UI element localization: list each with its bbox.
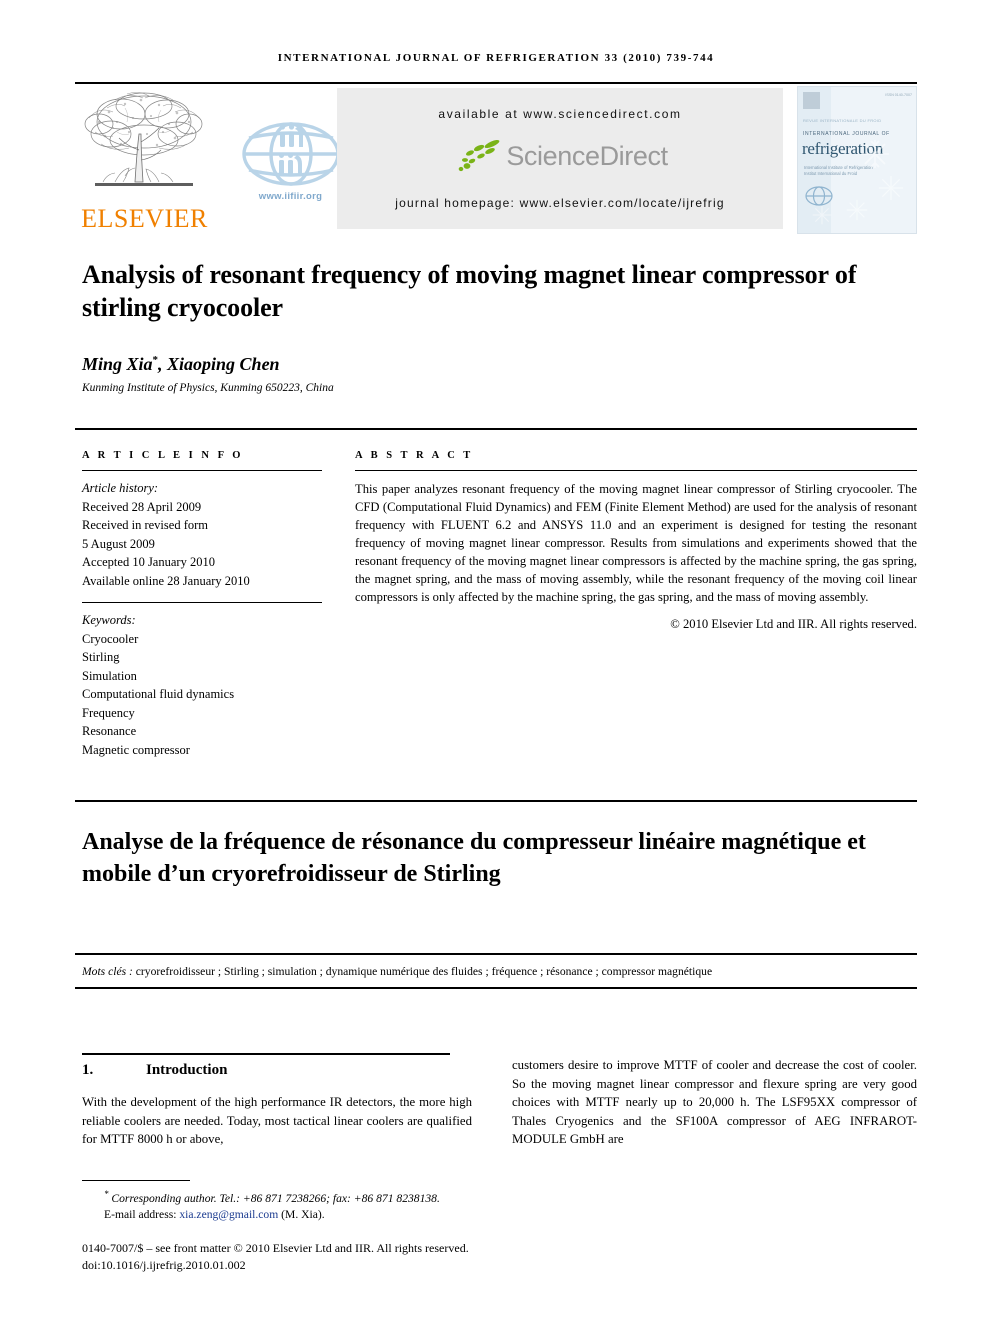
keyword-item: Resonance xyxy=(82,724,137,738)
journal-article-page: INTERNATIONAL JOURNAL OF REFRIGERATION 3… xyxy=(0,0,992,1323)
french-keywords-list: cryorefroidisseur ; Stirling ; simulatio… xyxy=(135,965,713,978)
sciencedirect-wordmark: ScienceDirect xyxy=(506,140,668,171)
cover-iir-globe-icon xyxy=(805,186,833,206)
running-head: INTERNATIONAL JOURNAL OF REFRIGERATION 3… xyxy=(277,52,715,64)
french-section-top-rule xyxy=(75,800,917,802)
masthead: ELSEVIER www.iifiir.org available at www… xyxy=(75,86,917,236)
email-note: E-mail address: xia.zeng@gmail.com (M. X… xyxy=(82,1207,552,1224)
affiliation: Kunming Institute of Physics, Kunming 65… xyxy=(82,382,334,394)
sciencedirect-swoosh-icon xyxy=(459,139,500,172)
abstract-text: This paper analyzes resonant frequency o… xyxy=(355,482,917,604)
history-item: Accepted 10 January 2010 xyxy=(82,555,215,569)
cover-line-english: INTERNATIONAL JOURNAL OF xyxy=(803,131,890,137)
snowflake-icon xyxy=(846,199,868,221)
journal-homepage-label: journal homepage: www.elsevier.com/locat… xyxy=(395,196,725,210)
keywords-divider xyxy=(82,602,322,603)
author-names: Ming Xia*, Xiaoping Chen xyxy=(82,354,280,374)
article-title: Analysis of resonant frequency of moving… xyxy=(82,260,857,322)
iir-logo: www.iifiir.org xyxy=(233,118,348,218)
footnote-block: * Corresponding author. Tel.: +86 871 72… xyxy=(82,1186,552,1224)
email-link[interactable]: xia.zeng@gmail.com xyxy=(179,1208,278,1221)
snowflake-icon xyxy=(812,205,832,225)
article-info-heading: A R T I C L E I N F O xyxy=(82,450,244,461)
keyword-item: Computational fluid dynamics xyxy=(82,687,235,701)
section-number: 1. xyxy=(82,1062,94,1078)
author-footnote-marker: * xyxy=(152,354,159,366)
journal-cover-thumbnail: ISSN 0140-7007 REVUE INTERNATIONALE DU F… xyxy=(797,86,917,234)
history-item: 5 August 2009 xyxy=(82,536,155,551)
keywords-label: Keywords: xyxy=(82,613,136,627)
abstract-divider xyxy=(355,470,917,471)
title-block: Analysis of resonant frequency of moving… xyxy=(82,258,872,394)
french-keywords: Mots clés : cryorefroidisseur ; Stirling… xyxy=(82,965,920,978)
abstract-heading: A B S T R A C T xyxy=(355,450,474,461)
corresponding-author-note: * Corresponding author. Tel.: +86 871 72… xyxy=(82,1186,552,1207)
cover-elsevier-mark-icon xyxy=(803,92,820,109)
snowflake-icon xyxy=(878,175,904,201)
footnote-rule xyxy=(82,1180,190,1181)
iir-globe-icon xyxy=(241,122,340,186)
section-heading-introduction: 1. Introduction xyxy=(82,1062,472,1079)
keyword-item: Simulation xyxy=(82,668,137,683)
cover-line-french: REVUE INTERNATIONALE DU FROID xyxy=(803,118,882,123)
elsevier-tree-icon xyxy=(84,92,203,186)
corresponding-author-text: Corresponding author. Tel.: +86 871 7238… xyxy=(111,1191,440,1205)
french-title: Analyse de la fréquence de résonance du … xyxy=(82,829,866,887)
body-column-left: 1. Introduction With the development of t… xyxy=(82,1062,472,1149)
snowflake-icon xyxy=(861,140,889,168)
keyword-item: Magnetic compressor xyxy=(82,742,190,757)
sciencedirect-banner: available at www.sciencedirect.com Scien… xyxy=(337,88,783,229)
keyword-item: Stirling xyxy=(82,650,120,664)
doi-line: doi:10.1016/j.ijrefrig.2010.01.002 xyxy=(82,1258,246,1272)
french-keywords-bottom-rule xyxy=(75,987,917,989)
keyword-item: Cryocooler xyxy=(82,631,139,646)
history-item: Received 28 April 2009 xyxy=(82,499,202,514)
body-column-right: customers desire to improve MTTF of cool… xyxy=(512,1056,917,1149)
available-at-label: available at www.sciencedirect.com xyxy=(438,107,682,121)
keywords-block: Keywords: Cryocooler Stirling Simulation… xyxy=(82,602,322,759)
front-matter-line: 0140-7007/$ – see front matter © 2010 El… xyxy=(82,1241,469,1255)
elsevier-wordmark: ELSEVIER xyxy=(81,204,208,233)
history-item: Available online 28 January 2010 xyxy=(82,573,250,588)
intro-paragraph-right: customers desire to improve MTTF of cool… xyxy=(512,1058,917,1147)
article-history: Article history: Received 28 April 2009 … xyxy=(82,479,322,590)
masthead-top-rule xyxy=(75,82,917,84)
history-item: Received in revised form xyxy=(82,518,208,532)
article-info-divider xyxy=(82,470,322,471)
keyword-item: Frequency xyxy=(82,705,135,720)
corresponding-author-marker: * xyxy=(104,1189,109,1199)
article-info-column: A R T I C L E I N F O Article history: R… xyxy=(82,450,322,759)
article-history-label: Article history: xyxy=(82,481,159,495)
abstract-column: A B S T R A C T This paper analyzes reso… xyxy=(355,450,917,632)
french-keywords-top-rule xyxy=(75,953,917,955)
cover-issn: ISSN 0140-7007 xyxy=(885,93,912,97)
email-label: E-mail address: xyxy=(104,1208,177,1222)
front-matter-block: 0140-7007/$ – see front matter © 2010 El… xyxy=(82,1240,642,1274)
intro-paragraph-left: With the development of the high perform… xyxy=(82,1095,472,1147)
french-keywords-label: Mots clés : xyxy=(82,965,133,978)
iir-url-label: www.iifiir.org xyxy=(258,191,323,202)
introduction-rule xyxy=(82,1053,450,1055)
info-section-rule xyxy=(75,428,917,430)
elsevier-logo: ELSEVIER xyxy=(77,86,212,236)
email-suffix: (M. Xia). xyxy=(281,1208,325,1222)
keywords-list: Keywords: Cryocooler Stirling Simulation… xyxy=(82,611,322,759)
section-title: Introduction xyxy=(146,1062,228,1078)
abstract-copyright: © 2010 Elsevier Ltd and IIR. All rights … xyxy=(670,617,917,631)
author-list: Ming Xia*, Xiaoping Chen xyxy=(82,354,872,375)
sciencedirect-logo: ScienceDirect xyxy=(337,138,783,183)
